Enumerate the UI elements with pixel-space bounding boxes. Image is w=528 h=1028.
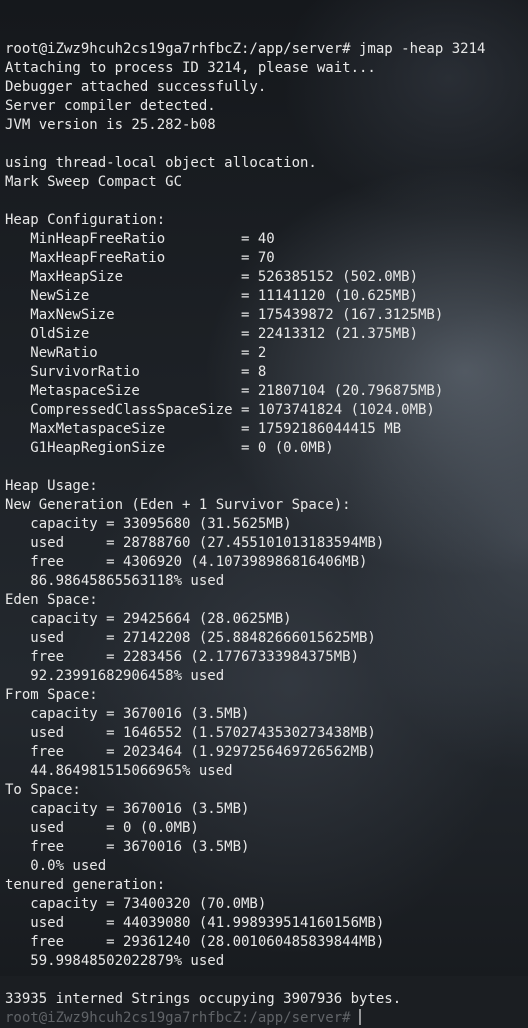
terminal-line: Debugger attached successfully. [5, 79, 267, 95]
terminal-line: capacity = 3670016 (3.5MB) [5, 801, 250, 817]
terminal-line: 59.99848502022879% used [5, 953, 225, 969]
terminal-line: To Space: [5, 782, 81, 798]
text-cursor [359, 1009, 362, 1025]
terminal-line: NewRatio = 2 [5, 345, 267, 361]
terminal-line: MaxMetaspaceSize = 17592186044415 MB [5, 421, 402, 437]
terminal-line: From Space: [5, 687, 98, 703]
terminal-line: used = 44039080 (41.998939514160156MB) [5, 915, 385, 931]
terminal-line: Heap Usage: [5, 478, 98, 494]
prompt-text: root@iZwz9hcuh2cs19ga7rhfbcZ:/app/server… [5, 1010, 351, 1026]
terminal-line: Heap Configuration: [5, 212, 166, 228]
terminal-line: G1HeapRegionSize = 0 (0.0MB) [5, 440, 334, 456]
terminal-line: CompressedClassSpaceSize = 1073741824 (1… [5, 402, 435, 418]
terminal-line: MaxHeapFreeRatio = 70 [5, 250, 275, 266]
terminal-line: Attaching to process ID 3214, please wai… [5, 60, 376, 76]
terminal-line: 86.98645865563118% used [5, 573, 225, 589]
terminal-line: used = 27142208 (25.88482666015625MB) [5, 630, 376, 646]
terminal-line: Mark Sweep Compact GC [5, 174, 183, 190]
terminal-line: capacity = 33095680 (31.5625MB) [5, 516, 292, 532]
terminal-line: Eden Space: [5, 592, 98, 608]
terminal-line: used = 0 (0.0MB) [5, 820, 199, 836]
terminal-line: Server compiler detected. [5, 98, 216, 114]
terminal-line: New Generation (Eden + 1 Survivor Space)… [5, 497, 351, 513]
terminal-line: free = 3670016 (3.5MB) [5, 839, 250, 855]
terminal-line: free = 2023464 (1.9297256469726562MB) [5, 744, 376, 760]
terminal-line: 92.23991682906458% used [5, 668, 225, 684]
terminal-line: free = 4306920 (4.107398986816406MB) [5, 554, 368, 570]
terminal-line: tenured generation: [5, 877, 166, 893]
terminal-line: OldSize = 22413312 (21.375MB) [5, 326, 419, 342]
terminal-line: NewSize = 11141120 (10.625MB) [5, 288, 419, 304]
terminal-line: JVM version is 25.282-b08 [5, 117, 216, 133]
terminal-line: capacity = 3670016 (3.5MB) [5, 706, 250, 722]
terminal-line: SurvivorRatio = 8 [5, 364, 267, 380]
terminal-line: MaxHeapSize = 526385152 (502.0MB) [5, 269, 419, 285]
terminal-line: free = 29361240 (28.001060485839844MB) [5, 934, 385, 950]
terminal-line: capacity = 73400320 (70.0MB) [5, 896, 267, 912]
terminal-line: MaxNewSize = 175439872 (167.3125MB) [5, 307, 444, 323]
terminal-line: capacity = 29425664 (28.0625MB) [5, 611, 292, 627]
terminal-output[interactable]: root@iZwz9hcuh2cs19ga7rhfbcZ:/app/server… [5, 0, 528, 1028]
terminal-line: using thread-local object allocation. [5, 155, 317, 171]
terminal-line: MinHeapFreeRatio = 40 [5, 231, 275, 247]
terminal-line: root@iZwz9hcuh2cs19ga7rhfbcZ:/app/server… [5, 41, 486, 57]
terminal-line: 0.0% used [5, 858, 107, 874]
terminal-line: 44.864981515066965% used [5, 763, 233, 779]
terminal-line: used = 1646552 (1.5702743530273438MB) [5, 725, 376, 741]
terminal-line: MetaspaceSize = 21807104 (20.796875MB) [5, 383, 444, 399]
terminal-line: free = 2283456 (2.17767333984375MB) [5, 649, 360, 665]
terminal-line: used = 28788760 (27.455101013183594MB) [5, 535, 385, 551]
terminal-prompt-line: root@iZwz9hcuh2cs19ga7rhfbcZ:/app/server… [5, 1009, 528, 1028]
terminal-line: 33935 interned Strings occupying 3907936… [5, 991, 402, 1007]
